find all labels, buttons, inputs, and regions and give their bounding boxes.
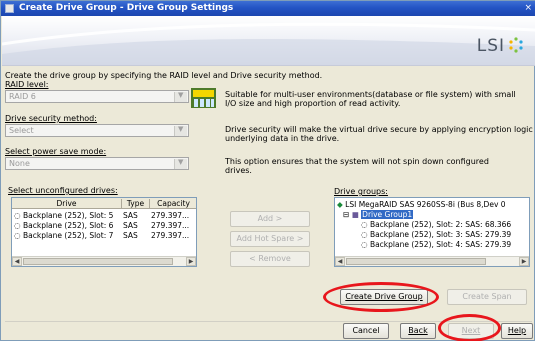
create-drive-group-window: Create Drive Group - Drive Group Setting… [0,0,535,341]
drive-icon: ◌ [14,221,21,230]
add-hot-spare-button[interactable]: Add Hot Spare > [230,231,310,247]
power-save-select[interactable]: None ▼ [5,157,189,170]
drive-icon: ◌ [14,231,21,240]
scroll-right-icon[interactable]: ▶ [519,257,529,266]
lsi-star-logo-icon [509,37,523,53]
next-button-label: Next [461,326,481,335]
drive-cell: Backplane (252), Slot: 6 [23,221,114,230]
tree-drive-node[interactable]: ◌ Backplane (252), Slot: 2: SAS: 68.366 [361,220,511,230]
chevron-down-icon[interactable]: ▼ [174,91,187,102]
next-button[interactable]: Next [448,323,494,339]
close-icon[interactable]: × [524,3,532,13]
header-banner: LSI [2,16,535,66]
tree-controller-node[interactable]: ◆ LSI MegaRAID SAS 9260SS-8i (Bus 8,Dev … [337,200,506,210]
raid-level-select[interactable]: RAID 6 ▼ [5,90,189,103]
raid-level-label: RAID level: [5,80,49,89]
lsi-logo-text: LSI [476,36,505,56]
help-button[interactable]: Help [501,323,533,339]
back-button[interactable]: Back [400,323,436,339]
type-cell: SAS [123,231,138,240]
drive-icon: ◌ [14,211,21,220]
controller-icon: ◆ [337,200,343,209]
tree-drive-label: Backplane (252), Slot: 3: SAS: 279.39 [369,230,512,239]
drive-security-value: Select [9,126,34,135]
scroll-thumb[interactable] [23,258,173,265]
raid-level-value: RAID 6 [9,92,36,101]
drive-icon: ◌ [361,220,368,229]
add-button[interactable]: Add > [230,211,310,227]
help-button-label: Help [507,326,527,335]
capacity-cell: 279.397... [151,231,190,240]
power-description-line1: This option ensures that the system will… [225,157,489,166]
type-cell: SAS [123,211,138,220]
drive-groups-label: Drive groups: [334,187,388,196]
cancel-button[interactable]: Cancel [343,323,389,339]
column-drive[interactable]: Drive [12,199,122,209]
banner-swoosh [2,22,535,66]
drive-security-select[interactable]: Select ▼ [5,124,189,137]
column-capacity[interactable]: Capacity [150,199,196,209]
drive-cell: Backplane (252), Slot: 5 [23,211,114,220]
table-row[interactable]: ◌ Backplane (252), Slot: 6 SAS 279.397..… [12,221,196,230]
capacity-cell: 279.397... [151,221,190,230]
horizontal-scrollbar[interactable]: ◀ ▶ [335,256,529,266]
table-row[interactable]: ◌ Backplane (252), Slot: 7 SAS 279.397..… [12,231,196,240]
intro-text: Create the drive group by specifying the… [5,71,323,80]
scroll-left-icon[interactable]: ◀ [12,257,22,266]
scroll-right-icon[interactable]: ▶ [186,257,196,266]
window-title: Create Drive Group - Drive Group Setting… [19,3,234,13]
horizontal-scrollbar[interactable]: ◀ ▶ [12,256,196,266]
power-description-line2: drives. [225,166,252,175]
title-bar: Create Drive Group - Drive Group Setting… [1,1,535,16]
raid-description-line1: Suitable for multi-user environments(dat… [225,90,516,99]
chevron-down-icon[interactable]: ▼ [174,125,187,136]
app-icon [5,4,14,13]
security-description-line2: underlying data in the drive. [225,134,340,143]
drive-groups-tree[interactable]: ◆ LSI MegaRAID SAS 9260SS-8i (Bus 8,Dev … [334,197,530,267]
scroll-left-icon[interactable]: ◀ [335,257,345,266]
scroll-thumb[interactable] [346,258,486,265]
controller-label: LSI MegaRAID SAS 9260SS-8i (Bus 8,Dev 0 [345,200,506,209]
remove-button[interactable]: < Remove [230,251,310,267]
table-row[interactable]: ◌ Backplane (252), Slot: 5 SAS 279.397..… [12,211,196,220]
drive-security-label: Drive security method: [5,114,97,123]
power-save-value: None [9,159,30,168]
tree-drive-label: Backplane (252), Slot: 4: SAS: 279.39 [369,240,512,249]
unconfigured-drives-label: Select unconfigured drives: [8,186,118,195]
create-span-button[interactable]: Create Span [447,289,527,305]
power-save-label: Select power save mode: [5,147,107,156]
drive-cell: Backplane (252), Slot: 7 [23,231,114,240]
list-header: Drive Type Capacity [12,198,196,209]
create-drive-group-label: Create Drive Group [345,292,423,301]
raid-array-icon [191,88,216,108]
chevron-down-icon[interactable]: ▼ [174,158,187,169]
capacity-cell: 279.397... [151,211,190,220]
type-cell: SAS [123,221,138,230]
drive-icon: ◌ [361,240,368,249]
create-drive-group-button[interactable]: Create Drive Group [340,289,428,305]
tree-drive-node[interactable]: ◌ Backplane (252), Slot: 3: SAS: 279.39 [361,230,511,240]
tree-drive-label: Backplane (252), Slot: 2: SAS: 68.366 [369,220,512,229]
raid-description-line2: I/O size and high proportion of read act… [225,99,401,108]
collapse-icon[interactable]: ⊟ [343,210,349,219]
unconfigured-drives-list[interactable]: Drive Type Capacity ◌ Backplane (252), S… [11,197,197,267]
column-type[interactable]: Type [122,199,150,209]
drive-icon: ◌ [361,230,368,239]
footer-separator [5,321,532,322]
tree-drive-node[interactable]: ◌ Backplane (252), Slot: 4: SAS: 279.39 [361,240,511,250]
drive-group-label: Drive Group1 [361,210,414,219]
back-button-label: Back [408,326,428,335]
tree-drive-group-node[interactable]: ⊟ ■ Drive Group1 [343,210,414,220]
drive-group-icon: ■ [351,210,359,219]
security-description-line1: Drive security will make the virtual dri… [225,125,535,134]
